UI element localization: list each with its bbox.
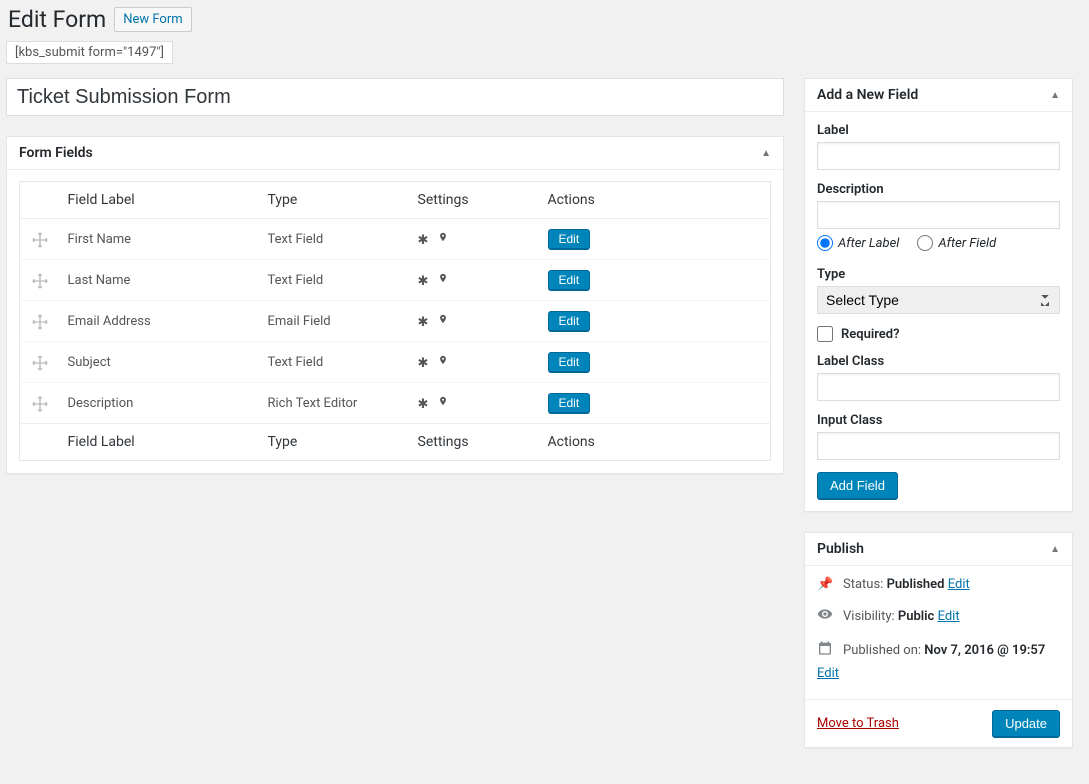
edit-field-button[interactable]: Edit [548, 270, 591, 290]
column-footer-label: Field Label [60, 424, 260, 461]
asterisk-icon: ✱ [418, 356, 429, 371]
field-label-cell: Subject [60, 342, 260, 383]
drag-handle-icon[interactable] [31, 393, 49, 412]
label-class-label: Label Class [817, 354, 1060, 369]
drag-handle-icon[interactable] [31, 311, 49, 330]
description-input[interactable] [817, 201, 1060, 229]
asterisk-icon: ✱ [418, 233, 429, 248]
after-field-radio[interactable] [917, 235, 933, 251]
visibility-label: Visibility: [843, 609, 895, 624]
input-class-input[interactable] [817, 432, 1060, 460]
asterisk-icon: ✱ [418, 397, 429, 412]
collapse-toggle-icon[interactable]: ▲ [1050, 544, 1060, 555]
pin-icon: 📌 [817, 577, 833, 592]
edit-field-button[interactable]: Edit [548, 229, 591, 249]
label-input[interactable] [817, 142, 1060, 170]
edit-field-button[interactable]: Edit [548, 311, 591, 331]
edit-date-link[interactable]: Edit [817, 666, 839, 681]
status-value: Published [887, 577, 945, 592]
label-class-input[interactable] [817, 373, 1060, 401]
update-button[interactable]: Update [992, 710, 1060, 737]
required-label: Required? [841, 327, 900, 342]
drag-handle-icon[interactable] [31, 229, 49, 248]
add-field-heading: Add a New Field [817, 87, 918, 103]
form-fields-panel: Form Fields ▲ Field Label Type Settings … [6, 136, 784, 474]
table-row: SubjectText Field ✱ Edit [20, 342, 771, 383]
drag-handle-icon[interactable] [31, 270, 49, 289]
new-form-button[interactable]: New Form [114, 7, 191, 32]
table-row: Email AddressEmail Field ✱ Edit [20, 301, 771, 342]
edit-field-button[interactable]: Edit [548, 393, 591, 413]
field-type-cell: Rich Text Editor [260, 383, 410, 424]
add-field-button[interactable]: Add Field [817, 472, 898, 499]
page-title: Edit Form [8, 6, 106, 33]
pin-icon [438, 353, 448, 371]
visibility-value: Public [898, 609, 934, 624]
field-type-cell: Text Field [260, 342, 410, 383]
status-label: Status: [843, 577, 883, 592]
table-row: DescriptionRich Text Editor ✱ Edit [20, 383, 771, 424]
pin-icon [438, 312, 448, 330]
table-row: First NameText Field ✱ Edit [20, 219, 771, 260]
after-label-radio-label[interactable]: After Label [817, 235, 899, 251]
type-select[interactable]: Select Type [817, 286, 1060, 314]
pin-icon [438, 271, 448, 289]
required-checkbox[interactable] [817, 326, 833, 342]
field-label-cell: Email Address [60, 301, 260, 342]
input-class-label: Input Class [817, 413, 1060, 428]
type-field-label: Type [817, 267, 1060, 282]
form-fields-heading: Form Fields [19, 145, 93, 161]
published-on-value: Nov 7, 2016 @ 19:57 [924, 643, 1045, 658]
published-on-label: Published on: [843, 643, 921, 658]
column-footer-type: Type [260, 424, 410, 461]
publish-panel: Publish ▲ 📌 Status: Published Edit [804, 532, 1073, 748]
after-label-radio[interactable] [817, 235, 833, 251]
after-field-radio-label[interactable]: After Field [917, 235, 996, 251]
field-label-cell: First Name [60, 219, 260, 260]
collapse-toggle-icon[interactable]: ▲ [1050, 90, 1060, 101]
column-header-type: Type [260, 182, 410, 219]
pin-icon [438, 230, 448, 248]
field-label-cell: Description [60, 383, 260, 424]
column-header-actions: Actions [540, 182, 771, 219]
move-to-trash-link[interactable]: Move to Trash [817, 716, 899, 731]
asterisk-icon: ✱ [418, 274, 429, 289]
calendar-icon [817, 640, 833, 660]
field-label-cell: Last Name [60, 260, 260, 301]
label-field-label: Label [817, 123, 1060, 138]
add-field-panel: Add a New Field ▲ Label Description [804, 78, 1073, 512]
field-type-cell: Text Field [260, 219, 410, 260]
column-footer-settings: Settings [410, 424, 540, 461]
field-type-cell: Text Field [260, 260, 410, 301]
eye-icon [817, 606, 833, 626]
pin-icon [438, 394, 448, 412]
table-row: Last NameText Field ✱ Edit [20, 260, 771, 301]
column-header-label: Field Label [60, 182, 260, 219]
collapse-toggle-icon[interactable]: ▲ [761, 148, 771, 159]
description-field-label: Description [817, 182, 1060, 197]
column-footer-actions: Actions [540, 424, 771, 461]
edit-status-link[interactable]: Edit [948, 577, 970, 592]
shortcode-display: [kbs_submit form="1497"] [6, 41, 173, 64]
drag-handle-icon[interactable] [31, 352, 49, 371]
publish-heading: Publish [817, 541, 864, 557]
asterisk-icon: ✱ [418, 315, 429, 330]
fields-table: Field Label Type Settings Actions First … [19, 181, 771, 461]
column-header-settings: Settings [410, 182, 540, 219]
edit-visibility-link[interactable]: Edit [938, 609, 960, 624]
form-title-input[interactable] [6, 78, 784, 116]
field-type-cell: Email Field [260, 301, 410, 342]
edit-field-button[interactable]: Edit [548, 352, 591, 372]
